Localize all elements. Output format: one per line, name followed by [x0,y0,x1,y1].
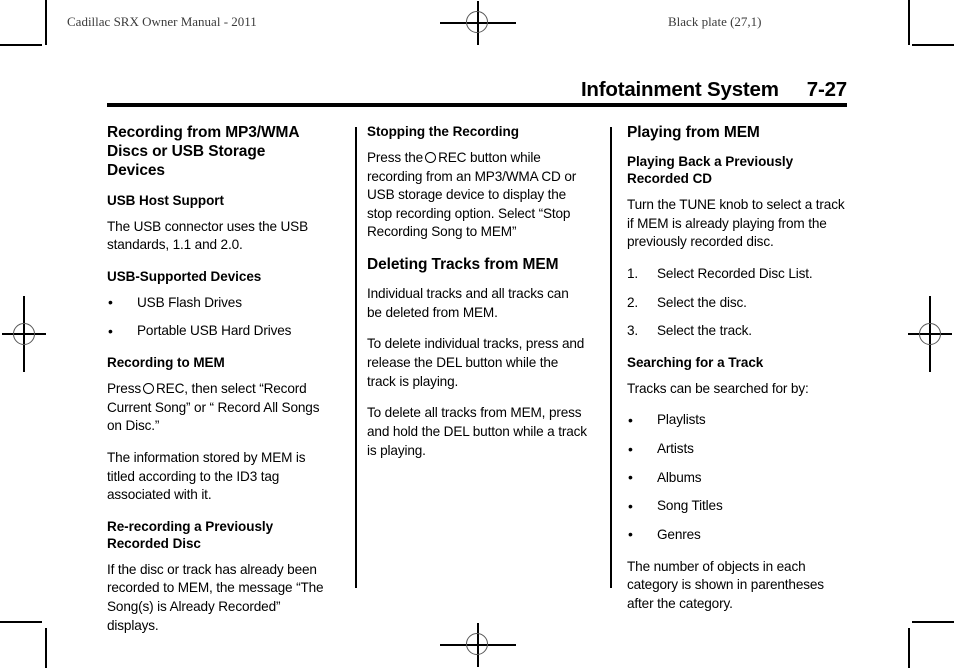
registration-mark-circle [919,323,941,345]
registration-mark-top [440,1,516,45]
crop-mark-bottom-right-horizontal [912,621,954,623]
list-item-label: Select the track. [657,323,752,339]
crop-mark-top-right-vertical [908,0,910,45]
registration-mark-right [908,296,952,372]
list-item-label: Artists [657,441,694,457]
paragraph-number-of-objects: The number of objects in each category i… [627,558,824,611]
step-number: 2. [627,294,639,310]
record-circle-icon [143,382,154,394]
bullet-icon: • [628,469,633,486]
crop-mark-top-left-horizontal [0,44,42,46]
crop-mark-top-left-vertical [45,0,47,45]
page-title-bar: Infotainment System 7-27 [107,78,847,108]
paragraph-press-rec-record-song: Press REC, then select “Record Current So… [107,380,327,436]
list-item: 3. Select the track. [627,322,847,341]
registration-mark-circle [466,633,488,655]
crop-mark-bottom-left-vertical [45,628,47,668]
subheading-searching-for-a-track: Searching for a Track [627,354,764,370]
running-head-manual-title: Cadillac SRX Owner Manual - 2011 [67,14,257,29]
list-item-label: Select the disc. [657,294,747,310]
text-column-2: Stopping the Recording Press the REC butt… [349,123,587,635]
subheading-recording-to-mem: Recording to MEM [107,355,225,371]
list-item-label: Portable USB Hard Drives [137,323,292,339]
list-search-categories: • Playlists • Artists • Albums • Song Ti… [627,411,847,544]
list-item-label: Genres [657,526,701,542]
list-item: • Genres [627,526,847,545]
list-item-label: Albums [657,469,702,485]
paragraph-already-recorded-message: If the disc or track has already been re… [107,561,324,633]
list-item: • Portable USB Hard Drives [107,322,327,341]
paragraph-delete-all-tracks: To delete all tracks from MEM, press and… [367,405,587,458]
list-usb-supported-devices: • USB Flash Drives • Portable USB Hard D… [107,294,327,341]
page-number: 7-27 [806,78,847,101]
registration-mark-left [2,296,46,372]
paragraph-text-before-rec-icon: Press the [367,150,424,165]
registration-mark-circle [466,11,488,33]
page-title-rule [107,103,847,107]
list-item-label: Playlists [657,412,706,428]
list-item: • Albums [627,469,847,488]
subheading-playing-back-previously-recorded-cd: Playing Back a Previously Recorded CD [627,154,794,187]
bullet-icon: • [628,440,633,457]
bullet-icon: • [628,411,633,428]
paragraph-tracks-can-be-deleted: Individual tracks and all tracks can be … [367,286,569,320]
subheading-stopping-the-recording: Stopping the Recording [367,124,519,139]
paragraph-id3-tag: The information stored by MEM is titled … [107,449,306,503]
page-body: Recording from MP3/WMA Discs or USB Stor… [107,123,847,635]
page-title-row: Infotainment System 7-27 [107,78,847,102]
list-item: 1. Select Recorded Disc List. [627,265,847,284]
paragraph-usb-standards: The USB connector uses the USB standards… [107,218,309,253]
running-head-black-plate: Black plate (27,1) [668,14,762,29]
paragraph-text-before-rec-icon: Press [107,381,141,397]
chapter-title: Infotainment System [580,78,779,101]
step-number: 1. [627,266,639,282]
list-item: • USB Flash Drives [107,294,327,313]
subheading-usb-supported-devices: USB-Supported Devices [107,268,262,284]
crop-mark-bottom-left-horizontal [0,621,42,623]
list-item: 2. Select the disc. [627,294,847,313]
list-playback-steps: 1. Select Recorded Disc List. 2. Select … [627,265,847,341]
paragraph-tracks-searched-by: Tracks can be searched for by: [627,380,809,396]
list-item: • Artists [627,440,847,459]
registration-mark-circle [13,323,35,345]
paragraph-turn-tune-knob: Turn the TUNE knob to select a track if … [627,197,845,250]
list-item-label: USB Flash Drives [137,294,242,310]
bullet-icon: • [628,497,633,514]
list-item-label: Song Titles [657,498,723,514]
paragraph-press-rec-stop-recording: Press the REC button while recording from… [367,149,587,242]
subheading-re-recording-previously-recorded-disc: Re-recording a Previously Recorded Disc [107,518,274,551]
bullet-icon: • [108,322,113,339]
crop-mark-bottom-right-vertical [908,628,910,668]
text-column-1: Recording from MP3/WMA Discs or USB Stor… [107,123,327,635]
step-number: 3. [627,323,639,339]
record-circle-icon [425,151,437,163]
section-heading-deleting-tracks-from-mem: Deleting Tracks from MEM [367,256,559,274]
crop-mark-top-right-horizontal [912,44,954,46]
list-item: • Playlists [627,411,847,430]
bullet-icon: • [628,526,633,543]
section-heading-recording-from-discs: Recording from MP3/WMA Discs or USB Stor… [107,124,299,180]
list-item: • Song Titles [627,497,847,516]
section-heading-playing-from-mem: Playing from MEM [627,124,760,141]
text-column-3: Playing from MEM Playing Back a Previous… [609,123,847,635]
list-item-label: Select Recorded Disc List. [657,266,813,282]
paragraph-delete-individual-tracks: To delete individual tracks, press and r… [367,336,585,389]
subheading-usb-host-support: USB Host Support [107,192,224,208]
bullet-icon: • [108,294,113,311]
